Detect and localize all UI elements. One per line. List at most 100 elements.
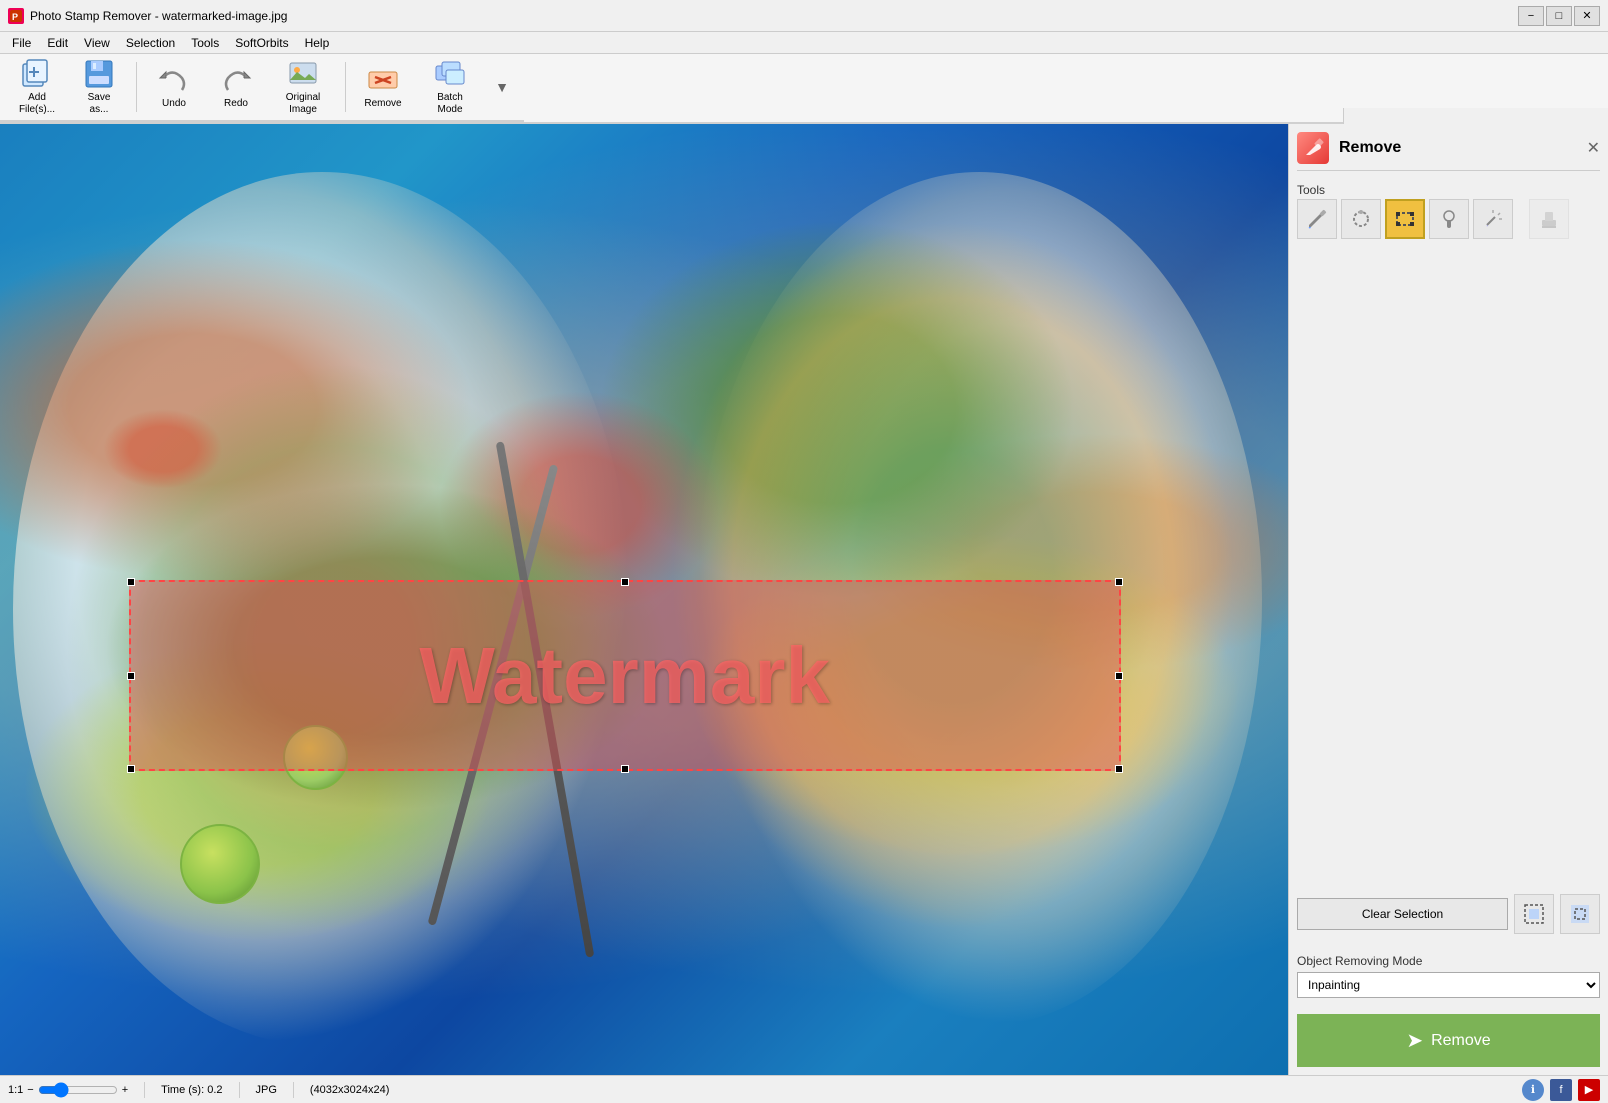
menu-tools[interactable]: Tools — [183, 34, 227, 52]
format-status: JPG — [256, 1084, 277, 1096]
select-all-button[interactable] — [1514, 894, 1554, 934]
toolbox-icon — [1297, 132, 1329, 164]
selection-handle-br[interactable] — [1115, 765, 1123, 773]
watermark-text: Watermark — [419, 630, 830, 722]
zoom-level: 1:1 — [8, 1084, 23, 1096]
mode-select[interactable]: Inpainting Content-Aware Fill Texture Sy… — [1297, 972, 1600, 998]
remove-toolbar-icon — [367, 64, 399, 96]
toolbar-separator-1 — [136, 62, 137, 112]
menu-edit[interactable]: Edit — [39, 34, 76, 52]
time-label: Time (s): 0.2 — [161, 1084, 222, 1096]
original-image-label: OriginalImage — [286, 92, 320, 116]
undo-label: Undo — [162, 98, 186, 110]
selection-handle-tr[interactable] — [1115, 578, 1123, 586]
undo-button[interactable]: Undo — [145, 58, 203, 116]
app-icon: P — [8, 8, 24, 24]
remove-toolbar-button[interactable]: Remove — [354, 58, 412, 116]
batch-mode-icon — [434, 58, 466, 90]
menu-help[interactable]: Help — [297, 34, 338, 52]
save-as-button[interactable]: Saveas... — [70, 58, 128, 116]
facebook-icon-button[interactable]: f — [1550, 1079, 1572, 1101]
toolbox-title-area: Remove — [1297, 132, 1401, 164]
toolbox-title: Remove — [1339, 139, 1401, 157]
toolbox-panel: Remove ✕ Tools — [1288, 124, 1608, 1075]
info-icon-button[interactable]: ℹ — [1522, 1079, 1544, 1101]
mode-label: Object Removing Mode — [1297, 954, 1600, 968]
magic-tool-button[interactable] — [1473, 199, 1513, 239]
maximize-button[interactable]: □ — [1546, 6, 1572, 26]
selection-handle-tc[interactable] — [621, 578, 629, 586]
menu-bar: File Edit View Selection Tools SoftOrbit… — [0, 32, 1608, 54]
add-files-button[interactable]: AddFile(s)... — [8, 58, 66, 116]
tools-row — [1297, 199, 1600, 239]
clear-selection-button[interactable]: Clear Selection — [1297, 898, 1508, 930]
canvas-area[interactable]: Watermark — [0, 124, 1288, 1075]
time-status: Time (s): 0.2 — [161, 1084, 222, 1096]
selection-handle-tl[interactable] — [127, 578, 135, 586]
status-bar: 1:1 − + Time (s): 0.2 JPG (4032x3024x24)… — [0, 1075, 1608, 1103]
zoom-area: 1:1 − + — [8, 1082, 128, 1098]
status-sep-3 — [293, 1082, 294, 1098]
more-options-button[interactable]: ▼ — [488, 58, 516, 116]
youtube-icon: ▶ — [1585, 1083, 1593, 1096]
zoom-min-icon[interactable]: − — [27, 1084, 33, 1096]
youtube-icon-button[interactable]: ▶ — [1578, 1079, 1600, 1101]
zoom-max-icon[interactable]: + — [122, 1084, 128, 1096]
more-options-icon: ▼ — [495, 79, 509, 95]
menu-softorbits[interactable]: SoftOrbits — [227, 34, 296, 52]
remove-button-label: Remove — [1431, 1032, 1491, 1050]
undo-icon — [158, 64, 190, 96]
minimize-button[interactable]: − — [1518, 6, 1544, 26]
redo-button[interactable]: Redo — [207, 58, 265, 116]
selection-handle-bl[interactable] — [127, 765, 135, 773]
svg-text:P: P — [12, 12, 18, 22]
toolbox-close-button[interactable]: ✕ — [1587, 138, 1600, 158]
dimensions-label: (4032x3024x24) — [310, 1084, 390, 1096]
window-controls: − □ ✕ — [1518, 6, 1600, 26]
info-icon: ℹ — [1531, 1083, 1535, 1096]
selection-handle-ml[interactable] — [127, 672, 135, 680]
add-files-icon — [21, 58, 53, 90]
add-files-label: AddFile(s)... — [19, 92, 55, 116]
remove-arrow-icon: ➤ — [1406, 1028, 1423, 1053]
clone-tool-button[interactable] — [1429, 199, 1469, 239]
window-title: Photo Stamp Remover - watermarked-image.… — [30, 9, 287, 23]
remove-toolbar-label: Remove — [364, 98, 401, 110]
dimensions-status: (4032x3024x24) — [310, 1084, 390, 1096]
tools-label: Tools — [1297, 183, 1600, 197]
selection-handle-mr[interactable] — [1115, 672, 1123, 680]
save-as-label: Saveas... — [88, 92, 111, 116]
toolbar-separator-2 — [345, 62, 346, 112]
watermark-selection[interactable]: Watermark — [129, 580, 1121, 770]
mode-section: Object Removing Mode Inpainting Content-… — [1297, 946, 1600, 998]
batch-mode-button[interactable]: BatchMode — [416, 58, 484, 116]
invert-selection-button[interactable] — [1560, 894, 1600, 934]
toolbox-header: Remove ✕ — [1297, 132, 1600, 171]
brush-tool-button[interactable] — [1297, 199, 1337, 239]
format-label: JPG — [256, 1084, 277, 1096]
redo-icon — [220, 64, 252, 96]
original-image-icon — [287, 58, 319, 90]
rect-select-tool-button[interactable] — [1385, 199, 1425, 239]
status-sep-2 — [239, 1082, 240, 1098]
tool-preview-area — [1297, 247, 1600, 882]
menu-view[interactable]: View — [76, 34, 118, 52]
status-icons: ℹ f ▶ — [1522, 1079, 1600, 1101]
zoom-slider[interactable] — [38, 1082, 118, 1098]
lasso-tool-button[interactable] — [1341, 199, 1381, 239]
selection-handle-bc[interactable] — [621, 765, 629, 773]
batch-mode-label: BatchMode — [437, 92, 463, 116]
redo-label: Redo — [224, 98, 248, 110]
menu-file[interactable]: File — [4, 34, 39, 52]
remove-button[interactable]: ➤ Remove — [1297, 1014, 1600, 1067]
close-button[interactable]: ✕ — [1574, 6, 1600, 26]
original-image-button[interactable]: OriginalImage — [269, 58, 337, 116]
menu-selection[interactable]: Selection — [118, 34, 183, 52]
title-bar: P Photo Stamp Remover - watermarked-imag… — [0, 0, 1608, 32]
selection-actions: Clear Selection — [1297, 894, 1600, 934]
tools-section: Tools — [1297, 179, 1600, 239]
stamp-tool-button[interactable] — [1529, 199, 1569, 239]
main-content: Watermark Remove ✕ — [0, 124, 1608, 1075]
status-sep-1 — [144, 1082, 145, 1098]
save-icon — [83, 58, 115, 90]
